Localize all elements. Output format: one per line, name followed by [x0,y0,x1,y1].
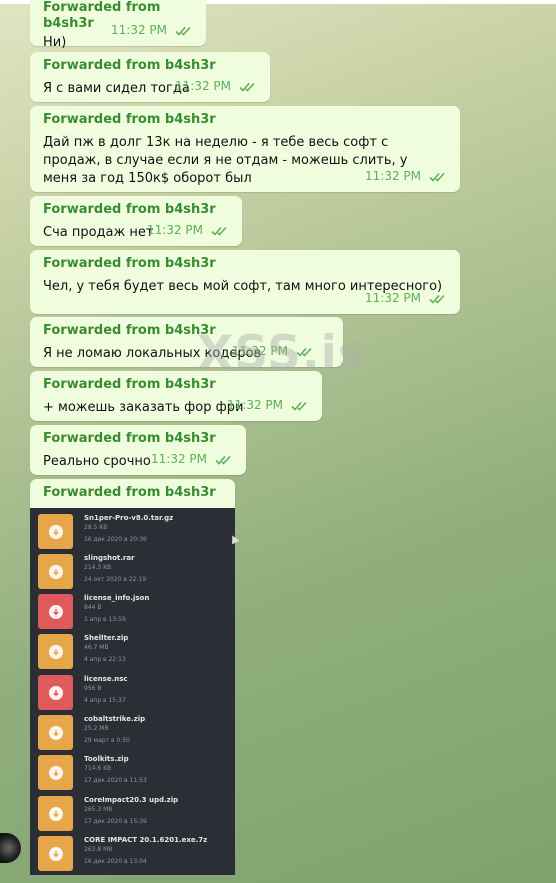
file-row[interactable]: CORE IMPACT 20.1.6201.exe.7z 263.8 MB 16… [30,832,235,873]
file-name: CoreImpact20.3 upd.zip [84,796,179,804]
message-time: 11:32 PM [365,291,421,305]
double-check-icon [211,225,228,239]
file-size: 214.3 KB [84,564,112,571]
file-list-screenshot[interactable]: Sn1per-Pro-v8.0.tar.gz 28.5 KB 16 дек 20… [30,508,235,875]
file-size: 28.5 KB [84,524,108,531]
file-date: 17 дек 2020 в 11:53 [84,777,147,784]
message-time: 11:32 PM [175,79,231,93]
file-row[interactable]: CoreImpact20.3 upd.zip 265.3 MB 17 дек 2… [30,792,235,833]
download-icon[interactable] [38,755,73,790]
message-meta: 11:32 PM [365,291,446,307]
message-meta: 11:32 PM [175,79,256,95]
file-date: 4 апр в 15:37 [84,697,126,704]
avatar[interactable] [0,833,21,863]
file-name: slingshot.rar [84,554,135,562]
file-date: 16 дек 2020 в 20:36 [84,536,147,543]
message-meta: 11:32 PM [151,452,232,468]
double-check-icon [429,171,446,185]
message-bubble[interactable]: Forwarded from b4sh3r Реально срочно 11:… [30,425,246,475]
file-row[interactable]: Shellter.zip 46.7 MB 4 апр в 22:13 [30,630,235,671]
file-row[interactable]: Sn1per-Pro-v8.0.tar.gz 28.5 KB 16 дек 20… [30,510,235,551]
file-size: 714.6 KB [84,765,112,772]
file-name: license.nsc [84,675,128,683]
file-name: cobaltstrike.zip [84,715,146,723]
forwarded-from-label[interactable]: Forwarded from b4sh3r [43,256,447,272]
file-date: 17 дек 2020 в 15:39 [84,818,147,825]
file-size: 25.2 MB [84,725,109,732]
message-time: 11:32 PM [147,223,203,237]
download-icon[interactable] [38,675,73,710]
message-text: Дай пж в долг 13к на неделю - я тебе вес… [43,135,408,186]
message-bubble[interactable]: Forwarded from b4sh3r Я с вами сидел тог… [30,52,270,102]
message-meta: 11:32 PM [227,398,308,414]
message-meta: 11:32 PM [365,169,446,185]
forwarded-from-label[interactable]: Forwarded from b4sh3r [43,202,229,218]
file-date: 29 март в 0:50 [84,737,130,744]
message-time: 11:32 PM [365,169,421,183]
download-icon[interactable] [38,715,73,750]
double-check-icon [175,25,192,39]
double-check-icon [429,293,446,307]
file-size: 956 B [84,685,102,692]
forwarded-from-label[interactable]: Forwarded from b4sh3r [43,112,447,128]
forwarded-from-label[interactable]: Forwarded from b4sh3r [43,485,222,501]
file-row[interactable]: Toolkits.zip 714.6 KB 17 дек 2020 в 11:5… [30,751,235,792]
file-row[interactable]: license.nsc 956 B 4 апр в 15:37 [30,671,235,712]
download-icon[interactable] [38,836,73,871]
message-time: 11:32 PM [227,398,283,412]
message-meta: 11:32 PM [111,23,192,39]
message-time: 11:32 PM [111,23,167,37]
file-size: 844 B [84,604,102,611]
forwarded-from-label[interactable]: Forwarded from b4sh3r [43,431,233,447]
double-check-icon [215,454,232,468]
file-date: 24 окт 2020 в 22:19 [84,576,147,583]
download-icon[interactable] [38,554,73,589]
file-size: 263.8 MB [84,846,113,853]
double-check-icon [239,81,256,95]
file-row[interactable]: license_info.json 844 B 1 апр в 13:59 [30,590,235,631]
message-bubble[interactable]: Forwarded from b4sh3r Сча продаж нет 11:… [30,196,242,246]
download-icon[interactable] [38,796,73,831]
message-time: 11:32 PM [151,452,207,466]
file-name: Shellter.zip [84,634,129,642]
download-icon[interactable] [38,514,73,549]
file-name: license_info.json [84,594,150,602]
file-date: 4 апр в 22:13 [84,656,126,663]
file-name: Toolkits.zip [84,755,129,763]
watermark: XSS.is [197,326,367,381]
download-icon[interactable] [38,634,73,669]
message-meta: 11:32 PM [147,223,228,239]
message-bubble[interactable]: Forwarded from b4sh3r Чел, у тебя будет … [30,250,460,314]
file-size: 46.7 MB [84,644,109,651]
double-check-icon [291,400,308,414]
file-name: CORE IMPACT 20.1.6201.exe.7z [84,836,208,844]
file-name: Sn1per-Pro-v8.0.tar.gz [84,514,174,522]
file-row[interactable]: cobaltstrike.zip 25.2 MB 29 март в 0:50 [30,711,235,752]
file-row[interactable]: slingshot.rar 214.3 KB 24 окт 2020 в 22:… [30,550,235,591]
file-size: 265.3 MB [84,806,113,813]
message-bubble[interactable]: Forwarded from b4sh3r Ни) 11:32 PM [30,0,206,50]
file-date: 16 дек 2020 в 13:04 [84,858,147,865]
file-date: 1 апр в 13:59 [84,616,126,623]
download-icon[interactable] [38,594,73,629]
forwarded-from-label[interactable]: Forwarded from b4sh3r [43,58,257,74]
message-bubble[interactable]: Forwarded from b4sh3r Дай пж в долг 13к … [30,106,460,192]
